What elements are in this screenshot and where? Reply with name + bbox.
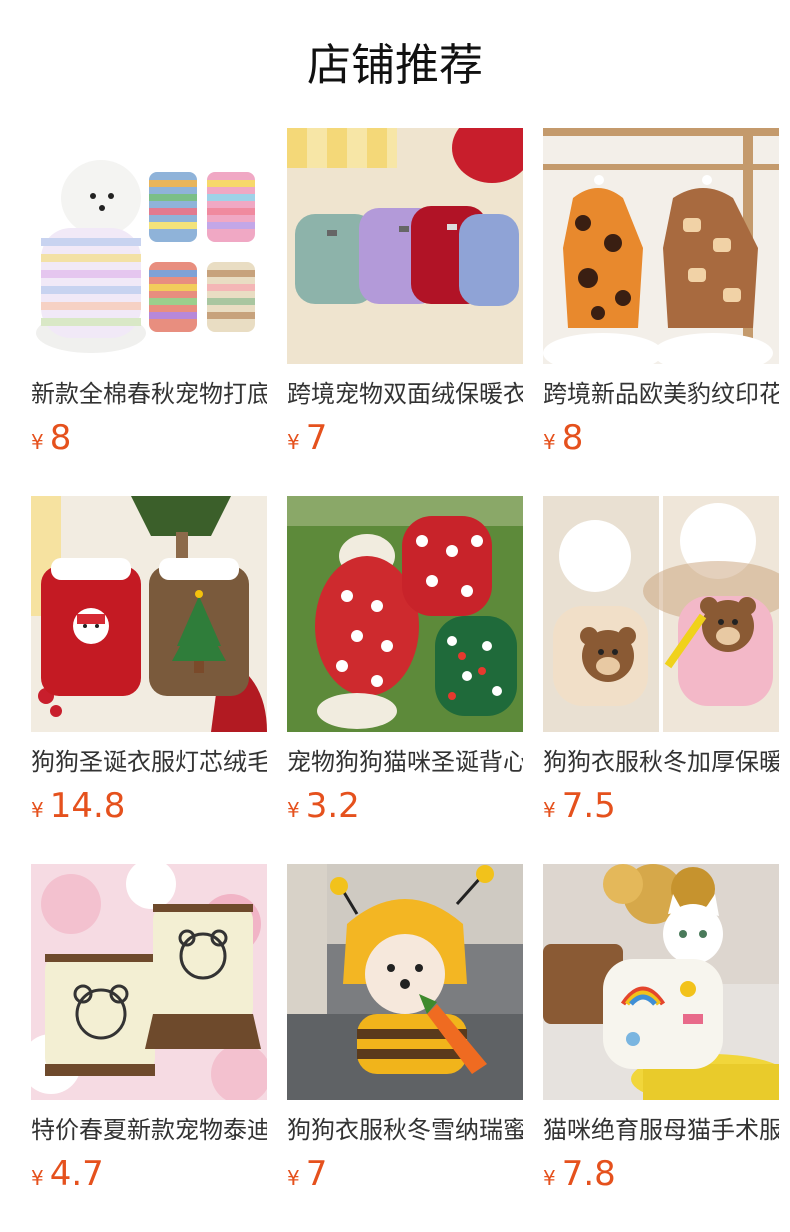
- cat-surgery-suit-image[interactable]: [543, 864, 779, 1100]
- striped-dog-sweater-image[interactable]: [31, 128, 267, 364]
- product-card[interactable]: 跨境新品欧美豹纹印花 ¥8: [543, 128, 779, 496]
- leopard-print-hoodie-image[interactable]: [543, 128, 779, 364]
- price-value: 7: [305, 1154, 328, 1194]
- product-price: ¥4.7: [31, 1154, 267, 1194]
- fleece-pet-sweater-image[interactable]: [287, 128, 523, 364]
- christmas-corduroy-coat-image[interactable]: [31, 496, 267, 732]
- product-name[interactable]: 猫咪绝育服母猫手术服: [543, 1114, 779, 1146]
- product-price: ¥7: [287, 1154, 523, 1194]
- bear-print-shirt-image[interactable]: [31, 864, 267, 1100]
- price-value: 14.8: [49, 786, 126, 826]
- price-value: 8: [49, 418, 72, 458]
- product-grid: 新款全棉春秋宠物打底衫 ¥8 跨境宠物双面绒保暖衣服: [31, 128, 779, 1232]
- bee-costume-dog-image[interactable]: [287, 864, 523, 1100]
- price-value: 7.8: [561, 1154, 616, 1194]
- price-value: 7: [305, 418, 328, 458]
- currency-symbol: ¥: [287, 798, 300, 822]
- currency-symbol: ¥: [543, 1166, 556, 1190]
- product-card[interactable]: 狗狗衣服秋冬加厚保暖 ¥7.5: [543, 496, 779, 864]
- product-card[interactable]: 跨境宠物双面绒保暖衣服 ¥7: [287, 128, 523, 496]
- bear-fleece-coat-image[interactable]: [543, 496, 779, 732]
- product-card[interactable]: 狗狗衣服秋冬雪纳瑞蜜蜂 ¥7: [287, 864, 523, 1232]
- product-price: ¥8: [31, 418, 267, 458]
- currency-symbol: ¥: [31, 430, 44, 454]
- product-price: ¥7.8: [543, 1154, 779, 1194]
- product-price: ¥8: [543, 418, 779, 458]
- currency-symbol: ¥: [543, 430, 556, 454]
- currency-symbol: ¥: [31, 1166, 44, 1190]
- product-card[interactable]: 狗狗圣诞衣服灯芯绒毛领 ¥14.8: [31, 496, 267, 864]
- price-value: 8: [561, 418, 584, 458]
- product-card[interactable]: 新款全棉春秋宠物打底衫 ¥8: [31, 128, 267, 496]
- price-value: 4.7: [49, 1154, 104, 1194]
- product-name[interactable]: 狗狗圣诞衣服灯芯绒毛领: [31, 746, 267, 778]
- product-price: ¥7: [287, 418, 523, 458]
- product-name[interactable]: 新款全棉春秋宠物打底衫: [31, 378, 267, 410]
- page-title: 店铺推荐: [307, 40, 483, 91]
- product-name[interactable]: 狗狗衣服秋冬雪纳瑞蜜蜂: [287, 1114, 523, 1146]
- currency-symbol: ¥: [543, 798, 556, 822]
- currency-symbol: ¥: [287, 1166, 300, 1190]
- price-value: 7.5: [561, 786, 616, 826]
- product-price: ¥14.8: [31, 786, 267, 826]
- product-name[interactable]: 跨境新品欧美豹纹印花: [543, 378, 779, 410]
- currency-symbol: ¥: [287, 430, 300, 454]
- christmas-pet-vest-image[interactable]: [287, 496, 523, 732]
- product-name[interactable]: 跨境宠物双面绒保暖衣服: [287, 378, 523, 410]
- product-name[interactable]: 狗狗衣服秋冬加厚保暖: [543, 746, 779, 778]
- product-price: ¥3.2: [287, 786, 523, 826]
- product-name[interactable]: 特价春夏新款宠物泰迪: [31, 1114, 267, 1146]
- price-value: 3.2: [305, 786, 360, 826]
- product-price: ¥7.5: [543, 786, 779, 826]
- currency-symbol: ¥: [31, 798, 44, 822]
- product-card[interactable]: 宠物狗狗猫咪圣诞背心 ¥3.2: [287, 496, 523, 864]
- product-card[interactable]: 猫咪绝育服母猫手术服 ¥7.8: [543, 864, 779, 1232]
- product-card[interactable]: 特价春夏新款宠物泰迪 ¥4.7: [31, 864, 267, 1232]
- product-name[interactable]: 宠物狗狗猫咪圣诞背心: [287, 746, 523, 778]
